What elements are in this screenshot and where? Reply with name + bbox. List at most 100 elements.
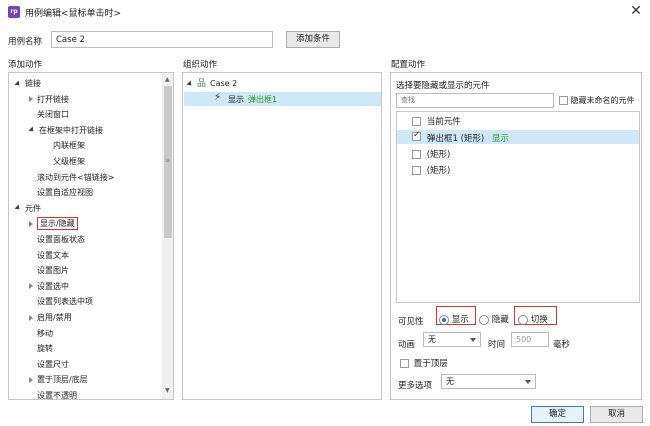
tree-item-label: 设置列表选中项 [37,297,93,307]
tree-item-label: 设置文本 [37,250,69,260]
tree-item[interactable]: 设置文本 [29,248,69,263]
tree-item[interactable]: 设置面板状态 [29,232,85,247]
tree-item[interactable]: 设置尺寸 [29,357,69,372]
tree-item[interactable]: 父级框架 [53,154,85,169]
tree-item[interactable]: 设置列表选中项 [29,294,93,309]
tree-item-label: 内联框架 [53,141,85,151]
organize-action-header: 组织动作 [183,60,218,70]
widget-checkbox[interactable] [412,150,421,159]
expand-icon[interactable] [14,204,22,212]
tree-item-label: 设置面板状态 [37,235,85,244]
expand-icon[interactable] [186,79,194,88]
tree-item[interactable]: 显示/隐藏 [29,216,78,231]
search-input[interactable] [396,93,554,108]
add-action-header: 添加动作 [8,60,43,70]
tree-item[interactable]: 在框架中打开链接 [28,123,103,138]
tree-item[interactable]: 旋转 [29,341,53,356]
select-widgets-label: 选择要隐藏或显示的元件 [396,81,490,91]
tree-item[interactable]: 设置不透明 [29,388,77,400]
widget-label: (矩形) [426,150,451,160]
tree-item[interactable]: 内联框架 [53,138,85,153]
widget-label: 当前元件 [426,117,461,127]
hide-unnamed-checkbox[interactable] [559,96,568,105]
scroll-up-icon[interactable]: ▲ [165,76,170,83]
hide-radio[interactable] [479,314,489,325]
tree-item-label: 置于顶层/底层 [37,375,88,385]
more-options-select[interactable]: 无 [441,374,536,389]
tree-item-label: 关闭窗口 [37,110,69,120]
time-label: 时间 [488,340,506,350]
tree-item-label: 打开链接 [37,94,69,104]
tree-item-label: 设置不透明 [37,391,77,400]
widget-row-selected[interactable]: 弹出框1 (矩形) 显示 [397,130,639,144]
collapse-icon[interactable] [29,283,33,290]
action-target: 弹出框1 [248,95,278,104]
hide-label: 隐藏 [491,315,509,325]
tree-item[interactable]: 设置自适应视图 [29,185,93,200]
show-label: 显示 [451,315,469,325]
close-icon[interactable]: ✕ [628,3,644,19]
add-action-panel: 链接打开链接关闭窗口在框架中打开链接内联框架父级框架滚动到元件<锚链接> 设置自适… [8,72,174,400]
toggle-option[interactable]: 切换 [518,313,548,325]
animation-label: 动画 [398,340,416,350]
collapse-icon[interactable] [29,96,33,103]
tree-item-label: 设置选中 [37,281,69,291]
tree-item[interactable]: 滚动到元件<锚链接> [29,170,114,185]
tree-item[interactable]: 打开链接 [29,92,69,107]
action-row[interactable]: ⚡ 显示 弹出框1 [184,92,381,106]
action-prefix: 显示 [228,95,244,104]
case-name-input[interactable] [51,31,273,48]
hide-unnamed-label: 隐藏未命名的元件 [570,96,635,105]
tree-item-label: 链接 [25,79,41,88]
tree-item-label: 父级框架 [53,157,85,166]
tree-item[interactable]: 移动 [29,326,53,341]
widget-checked-box[interactable] [412,130,421,142]
animation-select[interactable]: 无 [423,332,481,347]
bring-front-option[interactable]: 置于顶层 [400,357,448,369]
ok-button[interactable]: 确定 [531,406,584,423]
expand-icon[interactable] [28,126,36,134]
tree-item[interactable]: 元件 [14,201,41,216]
tree-item[interactable]: 启用/禁用 [29,310,72,325]
case-node[interactable]: 品 Case 2 [186,76,238,91]
show-option[interactable]: 显示 [439,313,469,325]
widget-list: 当前元件 弹出框1 (矩形) 显示 (矩形) (矩形) [396,111,640,303]
tree-item[interactable]: 链接 [14,76,41,91]
time-input[interactable] [511,332,549,347]
toggle-radio[interactable] [518,314,528,325]
animation-value: 无 [428,335,436,344]
case-node-label: Case 2 [210,79,238,88]
collapse-icon[interactable] [29,220,33,227]
tree-item[interactable]: 置于顶层/底层 [29,372,88,387]
scroll-down-icon[interactable]: ▼ [165,387,170,394]
add-condition-button[interactable]: 添加条件 [286,31,340,48]
tree-item[interactable]: 设置图片 [29,263,69,278]
hide-option[interactable]: 隐藏 [479,313,509,325]
cancel-button[interactable]: 取消 [590,406,643,423]
widget-label: (矩形) [426,166,451,176]
tree-item-label: 设置图片 [37,266,69,276]
widget-row-rect-2[interactable]: (矩形) [412,164,612,178]
case-node-icon: 品 [197,79,207,89]
widget-row-current[interactable]: 当前元件 [412,115,612,129]
bring-front-checkbox[interactable] [400,359,409,368]
tree-item[interactable]: 关闭窗口 [29,107,69,122]
tree-item-label: 设置自适应视图 [37,188,93,198]
widget-state: 显示 [492,134,510,144]
organize-action-panel: 品 Case 2 ⚡ 显示 弹出框1 [182,72,382,400]
collapse-icon[interactable] [29,376,33,383]
hide-unnamed-option[interactable]: 隐藏未命名的元件 [559,95,635,106]
tree-item-label: 滚动到元件<锚链接> [37,172,115,182]
window-title: 用例编辑<鼠标单击时> [25,9,122,19]
checkbox-checked-icon[interactable] [412,130,421,141]
collapse-icon[interactable] [29,314,33,321]
widget-checkbox[interactable] [412,117,421,126]
tree-item[interactable]: 设置选中 [29,279,69,294]
expand-icon[interactable] [14,79,22,88]
widget-row-rect-1[interactable]: (矩形) [412,148,612,162]
show-radio[interactable] [439,314,449,325]
add-action-scrollbar[interactable]: ▲ ≡ ▼ [162,73,173,399]
widget-checkbox[interactable] [412,166,421,175]
configure-action-header: 配置动作 [391,60,426,70]
tree-item-label: 旋转 [37,344,53,354]
